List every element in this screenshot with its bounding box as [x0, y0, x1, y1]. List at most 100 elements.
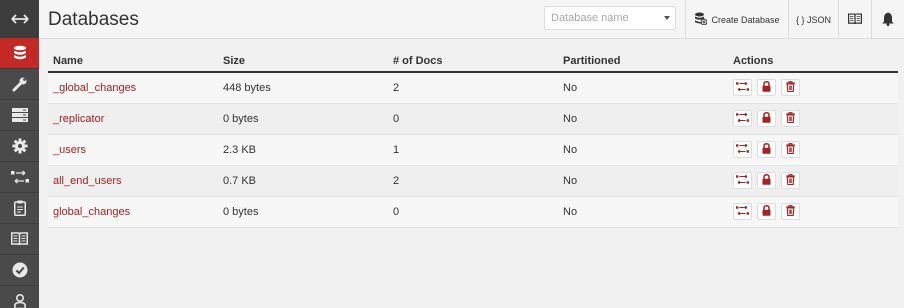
database-add-icon: [694, 12, 708, 27]
trash-icon: [786, 142, 795, 157]
row-actions: [728, 72, 898, 104]
replication-icon: [736, 143, 749, 156]
replicate-database-button[interactable]: [733, 203, 752, 220]
database-icon: [13, 45, 27, 61]
database-size: 2.3 KB: [218, 134, 388, 166]
trash-icon: [786, 173, 795, 188]
trash-icon: [786, 111, 795, 126]
database-size: 0 bytes: [218, 103, 388, 135]
book-icon: [848, 12, 862, 27]
database-name-link[interactable]: _replicator: [48, 103, 218, 135]
toggle-arrows-icon: [10, 13, 29, 24]
bell-icon: [882, 12, 894, 28]
sidebar-item-configuration[interactable]: [0, 131, 39, 162]
database-size: 0.7 KB: [218, 165, 388, 197]
database-size: 0 bytes: [218, 196, 388, 228]
delete-database-button[interactable]: [781, 110, 800, 127]
wrench-icon: [12, 76, 28, 92]
table-row: global_changes 0 bytes 0 No: [48, 196, 898, 228]
database-name-link[interactable]: _users: [48, 134, 218, 166]
check-circle-icon: [12, 262, 28, 278]
gear-icon: [12, 138, 28, 154]
sidebar-item-active-tasks[interactable]: [0, 100, 39, 131]
database-doc-count: 0: [388, 196, 558, 228]
sidebar-item-databases[interactable]: [0, 38, 39, 69]
replicate-database-button[interactable]: [733, 141, 752, 158]
lock-icon: [762, 204, 771, 219]
column-header-name[interactable]: Name: [48, 51, 218, 73]
header: Databases Create Database { } JSON: [39, 0, 904, 39]
sidebar-item-clipboard[interactable]: [0, 193, 39, 224]
column-header-docs[interactable]: # of Docs: [388, 51, 558, 73]
server-icon: [11, 108, 28, 122]
row-actions: [728, 134, 898, 166]
lock-icon: [762, 80, 771, 95]
replication-icon: [736, 81, 749, 94]
trash-icon: [786, 204, 795, 219]
replication-icon: [10, 170, 29, 184]
database-doc-count: 2: [388, 165, 558, 197]
table-row: all_end_users 0.7 KB 2 No: [48, 165, 898, 197]
column-header-partitioned[interactable]: Partitioned: [558, 51, 728, 73]
replicate-database-button[interactable]: [733, 79, 752, 97]
database-partitioned: No: [558, 134, 728, 166]
replication-icon: [736, 174, 749, 187]
sidebar-item-setup[interactable]: [0, 69, 39, 100]
replication-icon: [736, 112, 749, 125]
page-title: Databases: [48, 9, 139, 30]
user-icon: [13, 293, 26, 308]
clipboard-icon: [13, 200, 26, 216]
json-button[interactable]: { } JSON: [788, 0, 838, 39]
sidebar-item-replication[interactable]: [0, 162, 39, 193]
sidebar-toggle-button[interactable]: [0, 0, 39, 38]
sidebar-item-documentation[interactable]: [0, 224, 39, 255]
table-row: _global_changes 448 bytes 2 No: [48, 72, 898, 104]
row-actions: [728, 103, 898, 135]
sidebar-item-user[interactable]: [0, 286, 39, 308]
delete-database-button[interactable]: [781, 79, 800, 97]
notifications-button[interactable]: [871, 0, 904, 39]
book-icon: [11, 232, 28, 246]
database-permissions-button[interactable]: [757, 203, 776, 220]
lock-icon: [762, 142, 771, 157]
chevron-down-icon: [664, 16, 670, 20]
delete-database-button[interactable]: [781, 203, 800, 220]
database-permissions-button[interactable]: [757, 110, 776, 127]
database-name-link[interactable]: global_changes: [48, 196, 218, 228]
database-permissions-button[interactable]: [757, 172, 776, 189]
delete-database-button[interactable]: [781, 172, 800, 189]
database-name-select[interactable]: [544, 6, 676, 30]
database-partitioned: No: [558, 196, 728, 228]
database-name-link[interactable]: all_end_users: [48, 165, 218, 197]
database-doc-count: 1: [388, 134, 558, 166]
table-row: _replicator 0 bytes 0 No: [48, 103, 898, 135]
json-label: { } JSON: [795, 14, 831, 25]
database-name-link[interactable]: _global_changes: [48, 72, 218, 104]
row-actions: [728, 196, 898, 228]
database-partitioned: No: [558, 165, 728, 197]
replicate-database-button[interactable]: [733, 172, 752, 189]
lock-icon: [762, 111, 771, 126]
replicate-database-button[interactable]: [733, 110, 752, 127]
lock-icon: [762, 173, 771, 188]
row-actions: [728, 165, 898, 197]
database-permissions-button[interactable]: [757, 141, 776, 158]
database-partitioned: No: [558, 72, 728, 104]
database-size: 448 bytes: [218, 72, 388, 104]
sidebar: [0, 0, 39, 308]
database-permissions-button[interactable]: [757, 79, 776, 97]
database-doc-count: 2: [388, 72, 558, 104]
trash-icon: [786, 80, 795, 95]
table-row: _users 2.3 KB 1 No: [48, 134, 898, 166]
documentation-button[interactable]: [838, 0, 871, 39]
database-partitioned: No: [558, 103, 728, 135]
sidebar-item-verify[interactable]: [0, 255, 39, 286]
replication-icon: [736, 205, 749, 218]
delete-database-button[interactable]: [781, 141, 800, 158]
column-header-actions: Actions: [728, 51, 898, 73]
database-doc-count: 0: [388, 103, 558, 135]
create-database-button[interactable]: Create Database: [685, 0, 788, 39]
create-database-label: Create Database: [711, 14, 780, 25]
column-header-size[interactable]: Size: [218, 51, 388, 73]
table-header-row: Name Size # of Docs Partitioned Actions: [48, 51, 898, 73]
